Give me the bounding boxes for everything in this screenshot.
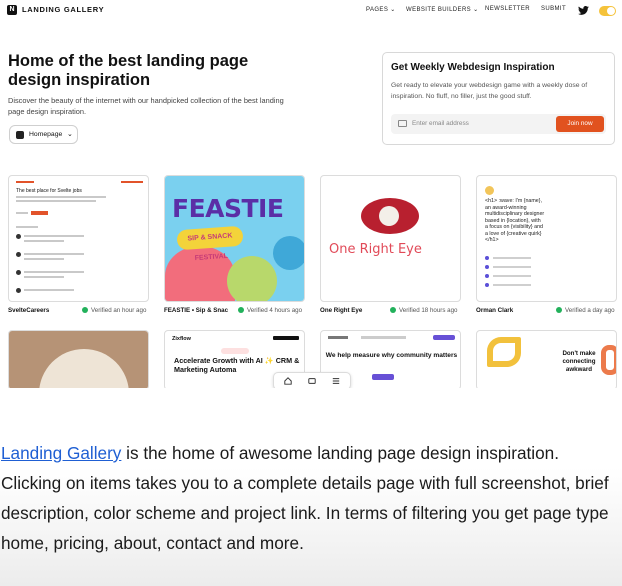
hero-title: Home of the best landing page design ins… — [8, 52, 249, 89]
logo-icon[interactable]: N — [7, 5, 17, 15]
home-icon[interactable] — [284, 377, 292, 385]
theme-toggle[interactable] — [599, 6, 616, 16]
card-preview[interactable] — [8, 330, 149, 388]
email-placeholder: Enter email address — [412, 120, 469, 127]
eye-illustration — [361, 198, 419, 234]
nav-website-builders[interactable]: WEBSITE BUILDERS ⌄ — [406, 6, 479, 13]
card-preview-orman-clark[interactable]: <h1> :wave: I'm {name}, an award-winning… — [476, 175, 617, 302]
preview-heading: <h1> :wave: I'm {name}, an award-winning… — [485, 198, 545, 243]
check-circle-icon — [390, 307, 396, 313]
newsletter-title: Get Weekly Webdesign Inspiration — [391, 62, 555, 73]
card-preview-sveltecareers[interactable]: The best place for Svelte jobs — [8, 175, 149, 302]
chevron-down-icon: ⌄ — [390, 7, 396, 13]
check-circle-icon — [556, 307, 562, 313]
hero-subtitle: Discover the beauty of the internet with… — [8, 96, 284, 116]
preview-heading: The best place for Svelte jobs — [16, 188, 82, 194]
join-now-button[interactable]: Join now — [556, 116, 604, 132]
preview-heading: FEASTIE — [172, 194, 284, 223]
check-circle-icon — [82, 307, 88, 313]
page-type-dropdown[interactable]: Homepage ⌄ — [9, 125, 78, 144]
preview-heading: Don't make connecting awkward — [562, 350, 596, 373]
verified-status: Verified 4 hours ago — [238, 307, 302, 314]
card-preview-one-right-eye[interactable]: One Right Eye — [320, 175, 461, 302]
top-nav: N LANDING GALLERY PAGES ⌄ WEBSITE BUILDER… — [0, 0, 622, 22]
check-circle-icon — [238, 307, 244, 313]
verified-status: Verified an hour ago — [82, 307, 146, 314]
grid-icon[interactable] — [332, 377, 340, 385]
avatar — [485, 186, 494, 195]
floating-toolbar — [273, 372, 351, 388]
page-type-label: Homepage — [29, 131, 63, 138]
homepage-icon — [16, 131, 24, 139]
chevron-down-icon: ⌄ — [473, 7, 479, 13]
card-name[interactable]: SvelteCareers — [8, 307, 49, 314]
verified-status: Verified 18 hours ago — [390, 307, 457, 314]
card-preview[interactable]: Don't make connecting awkward — [476, 330, 617, 388]
chevron-down-icon: ⌄ — [67, 131, 73, 138]
nav-pages[interactable]: PAGES ⌄ — [366, 6, 396, 13]
preview-heading: We help measure why community matters — [325, 352, 458, 359]
description-section: Landing Gallery is the home of awesome l… — [0, 388, 622, 586]
card-preview-feastie[interactable]: FEASTIE SIP & SNACK FESTIVAL — [164, 175, 305, 302]
gallery-icon[interactable] — [308, 377, 316, 385]
card-name[interactable]: Orman Clark — [476, 307, 513, 314]
mail-icon — [398, 120, 407, 127]
newsletter-description: Get ready to elevate your webdesign game… — [391, 82, 588, 100]
newsletter-box: Get Weekly Webdesign Inspiration Get rea… — [382, 52, 615, 145]
preview-heading: One Right Eye — [329, 242, 422, 257]
preview-brand: Zixflow — [172, 336, 191, 342]
brand-name[interactable]: LANDING GALLERY — [22, 5, 104, 14]
verified-status: Verified a day ago — [556, 307, 615, 314]
website-screenshot: N LANDING GALLERY PAGES ⌄ WEBSITE BUILDER… — [0, 0, 622, 388]
description-paragraph: Landing Gallery is the home of awesome l… — [1, 438, 617, 558]
card-name[interactable]: FEASTIE • Sip & Snac — [164, 307, 231, 314]
card-name[interactable]: One Right Eye — [320, 307, 362, 314]
nav-submit[interactable]: SUBMIT — [541, 6, 566, 12]
nav-newsletter[interactable]: NEWSLETTER — [485, 6, 530, 12]
email-field[interactable]: Enter email address Join now — [391, 114, 606, 134]
landing-gallery-link[interactable]: Landing Gallery — [1, 443, 121, 463]
twitter-icon[interactable] — [578, 6, 589, 15]
